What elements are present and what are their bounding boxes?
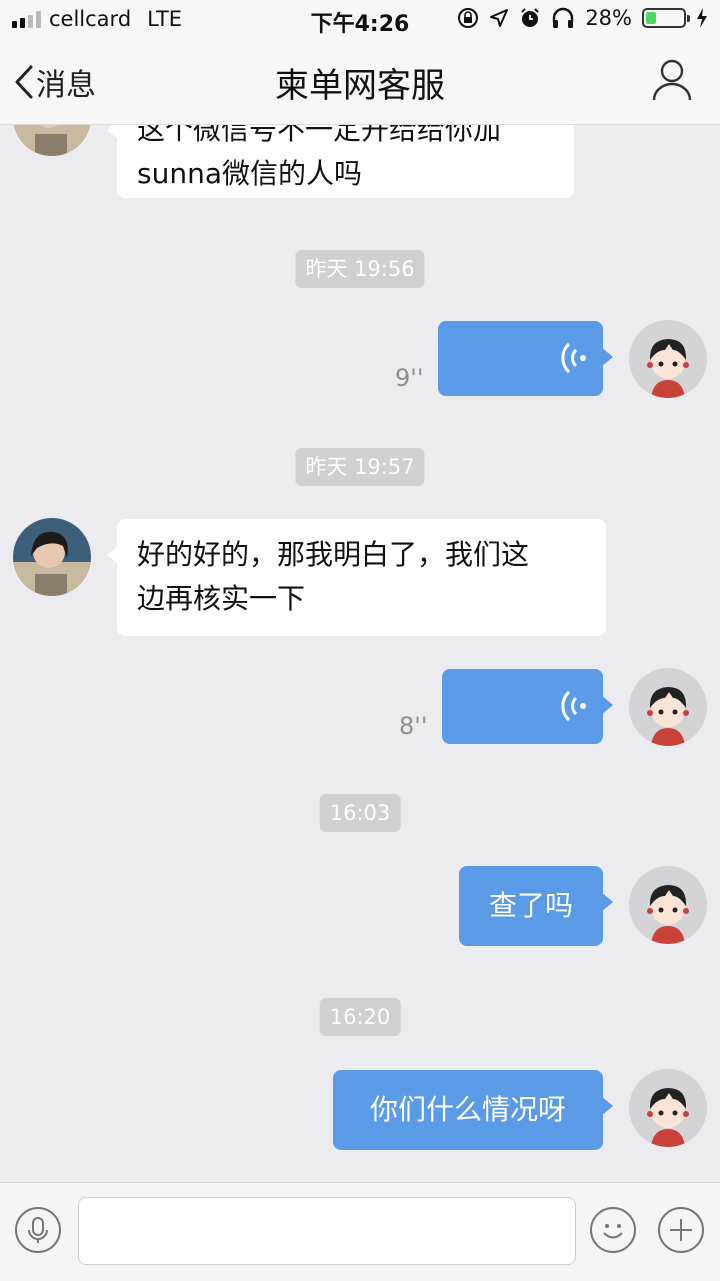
status-bar: cellcard LTE 下午4:26 28% (0, 0, 720, 40)
timestamp: 16:20 (319, 998, 401, 1036)
timestamp: 昨天 19:56 (295, 250, 425, 288)
battery-percent: 28% (585, 6, 632, 30)
user-avatar[interactable] (629, 866, 707, 944)
voice-input-button[interactable] (15, 1207, 61, 1253)
voice-wave-icon (561, 690, 586, 722)
user-avatar[interactable] (629, 1069, 707, 1147)
agent-avatar[interactable] (13, 124, 91, 156)
input-bar (0, 1182, 720, 1281)
more-button[interactable] (658, 1207, 704, 1253)
charging-icon (697, 8, 707, 28)
incoming-message[interactable]: 好的好的，那我明白了，我们这 边再核实一下 (107, 519, 606, 636)
person-icon (652, 59, 692, 101)
timestamp: 16:03 (319, 794, 401, 832)
smiley-icon (603, 1224, 623, 1239)
voice-duration: 9'' (395, 364, 424, 392)
microphone-icon (28, 1217, 48, 1243)
alarm-icon (521, 8, 540, 27)
battery-icon (642, 8, 690, 28)
user-avatar[interactable] (629, 320, 707, 398)
outgoing-message[interactable]: 查了吗 (459, 866, 613, 946)
page-title: 柬单网客服 (275, 66, 445, 106)
outgoing-message[interactable]: 你们什么情况呀 (333, 1070, 613, 1150)
agent-avatar[interactable] (13, 518, 91, 596)
timestamp: 昨天 19:57 (295, 448, 425, 486)
plus-icon (670, 1219, 692, 1241)
rotation-lock-icon (458, 8, 479, 28)
voice-wave-icon (561, 342, 586, 374)
voice-message[interactable] (438, 321, 613, 396)
message-input[interactable] (78, 1197, 576, 1265)
chat-area[interactable]: 这个微信号不一定开给给你加 sunna微信的人吗 昨天 19:56 9'' 昨天… (0, 124, 720, 1182)
profile-button[interactable] (652, 58, 692, 106)
user-avatar[interactable] (629, 668, 707, 746)
voice-duration: 8'' (399, 712, 428, 740)
location-icon (490, 9, 509, 27)
voice-message[interactable] (442, 669, 613, 744)
headphones-icon (553, 7, 574, 28)
nav-bar: 消息 柬单网客服 (0, 40, 720, 125)
status-right: 28% (457, 6, 708, 30)
emoji-button[interactable] (590, 1207, 636, 1253)
incoming-message[interactable]: 这个微信号不一定开给给你加 sunna微信的人吗 (107, 124, 574, 198)
battery-fill (646, 12, 656, 24)
